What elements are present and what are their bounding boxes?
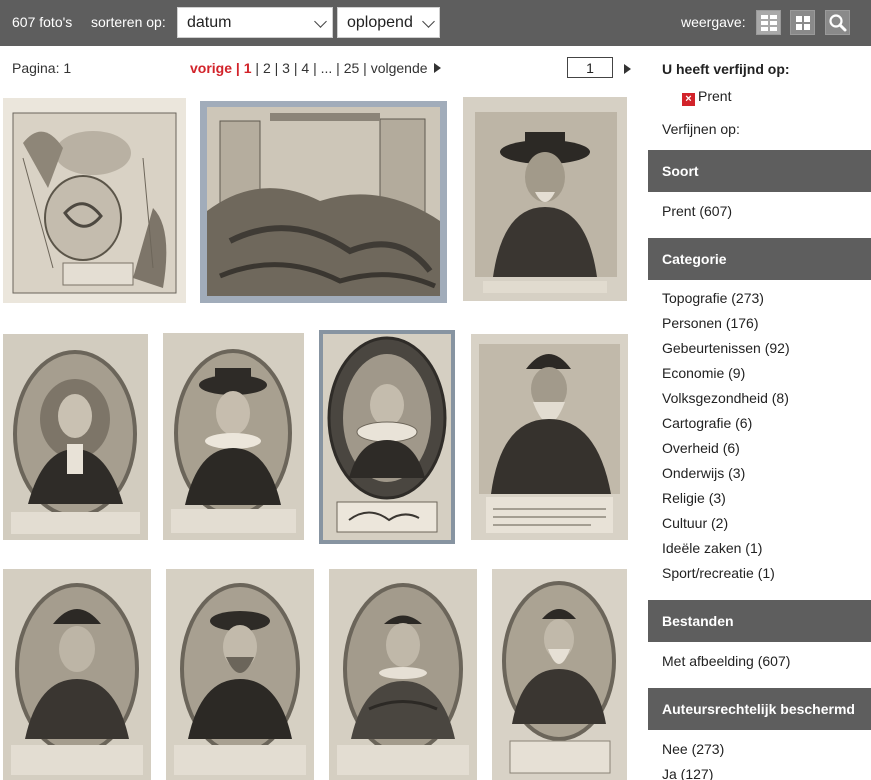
- facet-header-categorie: Categorie: [648, 238, 871, 280]
- facet-item[interactable]: Cultuur (2): [662, 515, 728, 531]
- print-image: [163, 333, 304, 540]
- page-number-input[interactable]: [567, 57, 613, 78]
- facet-header-bestanden: Bestanden: [648, 600, 871, 642]
- page-indicator: Pagina: 1: [12, 60, 72, 76]
- print-image: [3, 98, 186, 303]
- facet-item[interactable]: Overheid (6): [662, 440, 740, 456]
- view-label: weergave:: [681, 14, 746, 30]
- facet-item[interactable]: Onderwijs (3): [662, 465, 745, 481]
- print-image: [319, 330, 455, 544]
- gallery-item-10[interactable]: [329, 569, 477, 780]
- small-grid-view-button[interactable]: [790, 10, 815, 35]
- zoom-icon: [829, 14, 847, 32]
- pager-separator: |: [235, 60, 244, 76]
- zoom-view-button[interactable]: [825, 10, 850, 35]
- previous-link[interactable]: vorige: [190, 60, 232, 76]
- facet-item[interactable]: Met afbeelding (607): [662, 653, 790, 669]
- facet-title: Auteursrechtelijk beschermd: [662, 701, 855, 717]
- gallery-item-2[interactable]: [200, 101, 447, 303]
- gallery-item-7[interactable]: [471, 334, 628, 540]
- facet-item[interactable]: Personen (176): [662, 315, 759, 331]
- facet-item[interactable]: Religie (3): [662, 490, 726, 506]
- pager: vorige | 1 | 2 | 3 | 4 | ... | 25 | volg…: [190, 60, 441, 76]
- facet-item[interactable]: Prent (607): [662, 203, 732, 219]
- next-link[interactable]: volgende: [371, 60, 428, 76]
- sort-order-value: oplopend: [347, 14, 413, 31]
- gallery-item-9[interactable]: [166, 569, 314, 780]
- sort-field-value: datum: [187, 14, 232, 31]
- refine-sidebar: U heeft verfijnd op: × Prent Verfijnen op…: [648, 46, 871, 780]
- facet-item[interactable]: Ideële zaken (1): [662, 540, 762, 556]
- facet-header-soort: Soort: [648, 150, 871, 192]
- print-image: [471, 334, 628, 540]
- facet-item[interactable]: Cartografie (6): [662, 415, 752, 431]
- current-page[interactable]: 1: [244, 60, 252, 76]
- facet-item[interactable]: Ja (127): [662, 766, 713, 780]
- print-image: [200, 101, 447, 303]
- large-grid-view-button[interactable]: [756, 10, 781, 35]
- gallery-item-1[interactable]: [3, 98, 186, 303]
- sort-label: sorteren op:: [91, 14, 166, 30]
- print-image: [463, 97, 627, 301]
- facet-item[interactable]: Gebeurtenissen (92): [662, 340, 790, 356]
- facet-header-copyright: Auteursrechtelijk beschermd: [648, 688, 871, 730]
- page-link[interactable]: 2: [263, 60, 271, 76]
- gallery-item-8[interactable]: [3, 569, 151, 780]
- facet-item[interactable]: Economie (9): [662, 365, 745, 381]
- page-link[interactable]: 4: [301, 60, 309, 76]
- facet-item[interactable]: Nee (273): [662, 741, 724, 757]
- facet-item[interactable]: Sport/recreatie (1): [662, 565, 775, 581]
- facet-item[interactable]: Volksgezondheid (8): [662, 390, 789, 406]
- page-link[interactable]: 3: [282, 60, 290, 76]
- remove-filter-icon[interactable]: ×: [682, 93, 695, 106]
- gallery-item-5[interactable]: [163, 333, 304, 540]
- sort-order-select[interactable]: oplopend: [337, 7, 440, 38]
- chevron-down-icon: [314, 15, 327, 28]
- page-link[interactable]: 25: [344, 60, 360, 76]
- print-image: [3, 334, 148, 540]
- toolbar: 607 foto's sorteren op: datum oplopend w…: [0, 0, 871, 46]
- facet-title: Soort: [662, 163, 699, 179]
- print-image: [166, 569, 314, 780]
- chevron-down-icon: [422, 15, 435, 28]
- refined-heading: U heeft verfijnd op:: [662, 61, 790, 77]
- sort-field-select[interactable]: datum: [177, 7, 333, 38]
- facet-title: Bestanden: [662, 613, 734, 629]
- active-filter-label: Prent: [698, 88, 732, 104]
- facet-title: Categorie: [662, 251, 727, 267]
- go-page-arrow-icon[interactable]: [624, 64, 631, 74]
- gallery-item-4[interactable]: [3, 334, 148, 540]
- print-image: [3, 569, 151, 780]
- print-image: [329, 569, 477, 780]
- gallery-item-6[interactable]: [319, 330, 455, 544]
- active-filter-chip[interactable]: × Prent: [682, 88, 731, 106]
- print-image: [492, 569, 627, 780]
- page-ellipsis: ...: [320, 60, 333, 76]
- facet-item[interactable]: Topografie (273): [662, 290, 764, 306]
- pagination-bar: Pagina: 1 vorige | 1 | 2 | 3 | 4 | ... |…: [0, 46, 640, 90]
- gallery-item-3[interactable]: [463, 97, 627, 301]
- refine-on-label: Verfijnen op:: [662, 121, 740, 137]
- result-count: 607 foto's: [12, 14, 73, 30]
- next-arrow-icon[interactable]: [433, 63, 441, 73]
- gallery-item-11[interactable]: [492, 569, 627, 780]
